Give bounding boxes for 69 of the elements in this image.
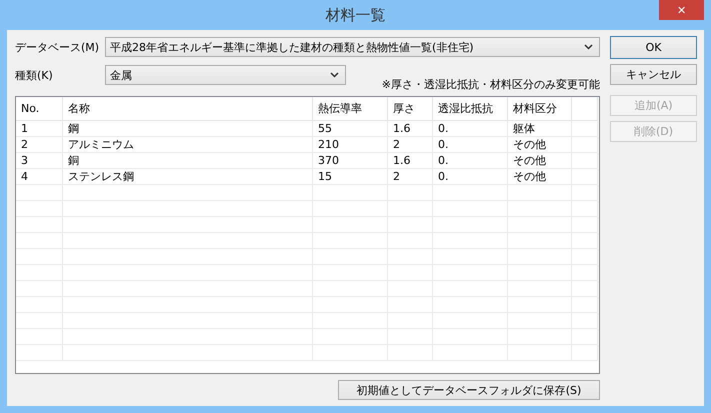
table-cell: 2 [16,137,63,153]
empty-cell [572,297,598,313]
table-cell: 2 [388,169,433,185]
empty-cell [572,265,598,281]
empty-cell [572,185,598,201]
kind-label: 種類(K) [15,68,54,82]
table-cell: その他 [508,137,572,153]
column-header[interactable]: 名称 [63,97,313,121]
empty-cell [16,297,63,313]
table-cell: その他 [508,153,572,169]
table-cell: 0. [433,153,508,169]
table-cell: 3 [16,153,63,169]
table-cell: 鋼 [63,121,313,137]
empty-cell [16,217,63,233]
empty-cell [16,329,63,345]
dialog-button[interactable]: キャンセル [610,64,697,85]
database-label: データベース(M) [15,40,100,54]
table-cell: 1.6 [388,121,433,137]
empty-cell [572,329,598,345]
column-header[interactable]: No. [16,97,63,121]
table-cell: 1.6 [388,153,433,169]
column-header[interactable]: 透湿比抵抗 [433,97,508,121]
empty-cell [572,345,598,361]
table-cell: 0. [433,121,508,137]
close-button[interactable]: ✕ [659,0,704,20]
empty-cell [572,217,598,233]
dialog-button[interactable]: OK [610,36,697,59]
kind-dropdown[interactable]: 金属 [105,65,346,85]
table-cell: 15 [313,169,388,185]
empty-cell [572,169,598,185]
empty-cell [572,121,598,137]
empty-cell [572,233,598,249]
empty-cell [16,345,63,361]
empty-cell [16,265,63,281]
empty-cell [16,201,63,217]
empty-cell [16,313,63,329]
table-cell: アルミニウム [63,137,313,153]
window-title: 材料一覧 [326,6,386,24]
empty-cell [16,281,63,297]
table-cell: 55 [313,121,388,137]
column-header[interactable]: 材料区分 [508,97,572,121]
table-cell: その他 [508,169,572,185]
table-cell: 1 [16,121,63,137]
empty-cell [16,185,63,201]
database-dropdown[interactable]: 平成28年省エネルギー基準に準拠した建材の種類と熱物性値一覧(非住宅) [105,37,600,57]
save-default-button[interactable]: 初期値としてデータベースフォルダに保存(S) [338,380,600,400]
empty-cell [572,153,598,169]
empty-cell [572,249,598,265]
column-header[interactable]: 厚さ [388,97,433,121]
empty-cell [16,233,63,249]
empty-cell [572,281,598,297]
table-cell: 370 [313,153,388,169]
table-cell: 2 [388,137,433,153]
table-cell: 0. [433,137,508,153]
column-header[interactable]: 熱伝導率 [313,97,388,121]
column-header [572,97,598,121]
table-cell: 4 [16,169,63,185]
note-text: ※厚さ・透湿比抵抗・材料区分のみ変更可能 [382,77,600,92]
table-cell: ステンレス鋼 [63,169,313,185]
empty-cell [572,313,598,329]
table-cell: 躯体 [508,121,572,137]
empty-cell [572,201,598,217]
empty-cell [16,249,63,265]
table-cell: 0. [433,169,508,185]
caret-icon [330,72,339,78]
table-cell: 210 [313,137,388,153]
table-cell: 銅 [63,153,313,169]
empty-cell [572,137,598,153]
caret-icon [584,44,593,50]
